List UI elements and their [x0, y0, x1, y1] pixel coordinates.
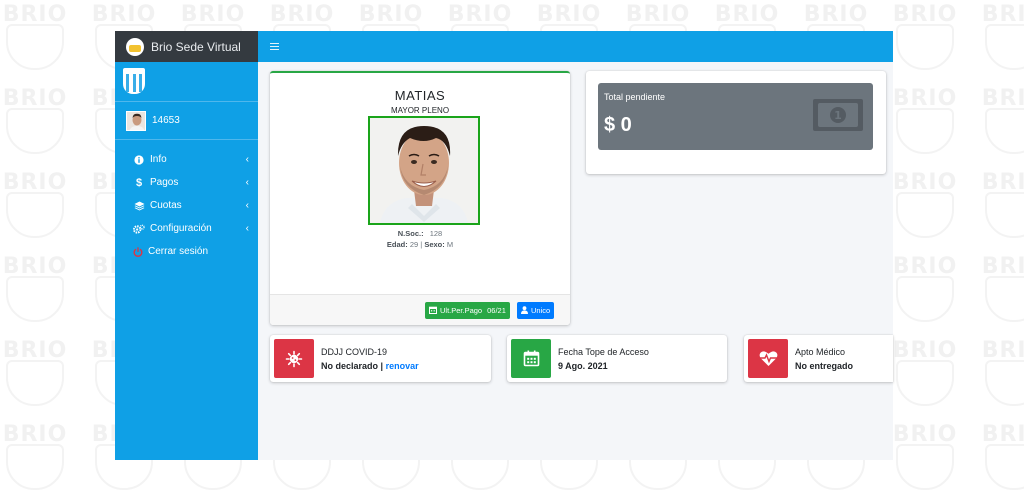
nsoc-value: 128: [429, 229, 443, 238]
virus-icon: [274, 339, 314, 378]
sidebar-item-cuotas[interactable]: Cuotas ‹: [115, 194, 258, 217]
sexo-label: Sexo:: [424, 240, 445, 249]
member-photo: [368, 116, 480, 225]
watermark-logo: BRIO: [0, 424, 70, 494]
pending-total-box: Total pendiente $ 0 1: [598, 83, 873, 150]
brand-logo: [126, 37, 144, 56]
svg-text:1: 1: [834, 109, 842, 122]
membership-type-button[interactable]: Unico: [517, 302, 555, 319]
calendar-icon: [429, 306, 437, 316]
watermark-logo: BRIO: [890, 88, 960, 158]
access-date-value: 9 Ago. 2021: [558, 360, 608, 371]
sidebar-item-cerrar-sesion[interactable]: Cerrar sesión: [115, 240, 258, 263]
pending-value: $ 0: [604, 114, 632, 136]
covid-title: DDJJ COVID-19: [321, 346, 388, 357]
watermark-logo: BRIO: [979, 4, 1024, 74]
pending-title: Total pendiente: [604, 92, 666, 102]
info-icon: [133, 154, 145, 165]
pending-card: Total pendiente $ 0 1: [586, 71, 886, 174]
medical-status: No entregado: [795, 360, 854, 371]
sidebar: Brio Sede Virtual 14653 Info ‹ $ Pagos ‹…: [115, 31, 258, 460]
watermark-logo: BRIO: [979, 424, 1024, 494]
calendar-icon: [511, 339, 551, 378]
covid-info-text: DDJJ COVID-19 No declarado | renovar: [321, 345, 419, 373]
watermark-logo: BRIO: [0, 340, 70, 410]
watermark-logo: BRIO: [979, 340, 1024, 410]
access-date-info-box: Fecha Tope de Acceso 9 Ago. 2021: [507, 335, 727, 382]
sexo-value: M: [446, 240, 454, 249]
nsoc-label: N.Soc.:: [397, 229, 424, 238]
chevron-left-icon: ‹: [245, 200, 249, 211]
member-number-line: N.Soc.: 128: [270, 229, 570, 238]
watermark-logo: BRIO: [890, 172, 960, 242]
chevron-left-icon: ‹: [245, 154, 249, 165]
member-category: MAYOR PLENO: [390, 106, 450, 115]
separator: |: [420, 240, 423, 249]
sidebar-item-label: Pagos: [150, 177, 179, 188]
sidebar-item-label: Info: [150, 154, 167, 165]
sidebar-item-label: Cerrar sesión: [148, 246, 209, 257]
money-bill-icon: 1: [812, 98, 864, 137]
sidebar-nav: Info ‹ $ Pagos ‹ Cuotas ‹ Configuración: [115, 140, 258, 263]
club-logo-area: [115, 62, 258, 102]
edad-value: 29: [409, 240, 419, 249]
renovar-link[interactable]: renovar: [386, 361, 419, 371]
watermark-logo: BRIO: [890, 424, 960, 494]
sidebar-item-label: Cuotas: [150, 200, 182, 211]
club-shield-logo: [123, 68, 145, 94]
watermark-logo: BRIO: [979, 172, 1024, 242]
watermark-logo: BRIO: [0, 4, 70, 74]
app-window: Brio Sede Virtual 14653 Info ‹ $ Pagos ‹…: [115, 31, 893, 460]
user-icon: [521, 305, 528, 316]
last-payment-value: 06/21: [487, 306, 506, 315]
member-name: MATIAS: [394, 88, 446, 103]
watermark-logo: BRIO: [890, 256, 960, 326]
membership-type-label: Unico: [531, 306, 551, 315]
separator: |: [380, 360, 384, 371]
brand-link[interactable]: Brio Sede Virtual: [115, 31, 258, 62]
chevron-left-icon: ‹: [245, 223, 249, 234]
user-id: 14653: [152, 115, 180, 126]
last-payment-label: Ult.Per.Pago: [440, 306, 483, 315]
watermark-logo: BRIO: [0, 256, 70, 326]
watermark-logo: BRIO: [979, 88, 1024, 158]
user-panel[interactable]: 14653: [115, 102, 258, 140]
profile-card: MATIAS MAYOR PLENO N.Soc.: 128 Edad: 29 …: [270, 71, 570, 325]
watermark-logo: BRIO: [979, 256, 1024, 326]
menu-toggle-icon[interactable]: [270, 42, 279, 51]
cogs-icon: [133, 224, 145, 234]
brand-title: Brio Sede Virtual: [151, 39, 241, 54]
sidebar-item-pagos[interactable]: $ Pagos ‹: [115, 171, 258, 194]
layers-icon: [133, 201, 145, 211]
member-age-sex-line: Edad: 29 | Sexo: M: [270, 240, 570, 249]
medical-text: Apto Médico No entregado: [795, 345, 853, 373]
access-date-title: Fecha Tope de Acceso: [558, 346, 649, 357]
dollar-icon: $: [135, 176, 143, 189]
sidebar-item-configuracion[interactable]: Configuración ‹: [115, 217, 258, 240]
last-payment-button[interactable]: Ult.Per.Pago 06/21: [425, 302, 510, 319]
power-icon: [132, 246, 144, 257]
watermark-logo: BRIO: [890, 340, 960, 410]
avatar: [126, 110, 146, 131]
watermark-logo: BRIO: [0, 172, 70, 242]
sidebar-item-info[interactable]: Info ‹: [115, 148, 258, 171]
watermark-logo: BRIO: [0, 88, 70, 158]
heartbeat-icon: [748, 339, 788, 378]
chevron-left-icon: ‹: [245, 177, 249, 188]
sidebar-item-label: Configuración: [150, 223, 212, 234]
covid-status: No declarado: [321, 360, 379, 371]
access-date-text: Fecha Tope de Acceso 9 Ago. 2021: [558, 345, 649, 373]
top-navbar: [258, 31, 893, 62]
watermark-logo: BRIO: [890, 4, 960, 74]
covid-info-box: DDJJ COVID-19 No declarado | renovar: [270, 335, 491, 382]
edad-label: Edad:: [386, 240, 408, 249]
medical-info-box: Apto Médico No entregado: [744, 335, 893, 382]
medical-title: Apto Médico: [795, 346, 846, 357]
profile-card-footer: Ult.Per.Pago 06/21 Unico: [270, 294, 570, 325]
